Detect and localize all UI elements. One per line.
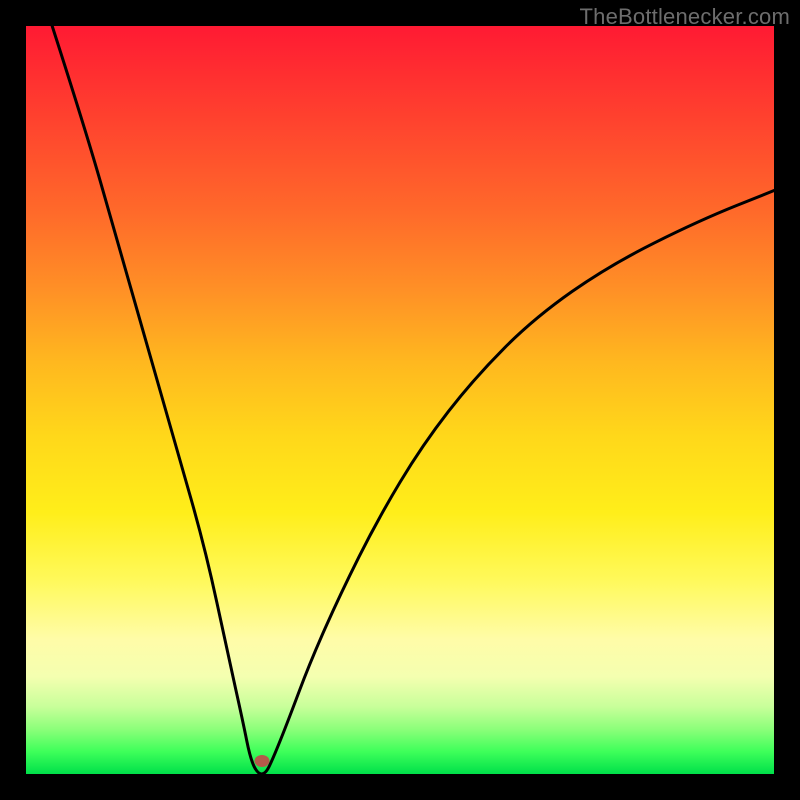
bottleneck-curve	[26, 26, 774, 774]
curve-path	[52, 26, 774, 774]
optimal-point-marker	[254, 755, 269, 767]
chart-frame: TheBottlenecker.com	[0, 0, 800, 800]
watermark-text: TheBottlenecker.com	[580, 4, 790, 30]
chart-plot-area	[26, 26, 774, 774]
